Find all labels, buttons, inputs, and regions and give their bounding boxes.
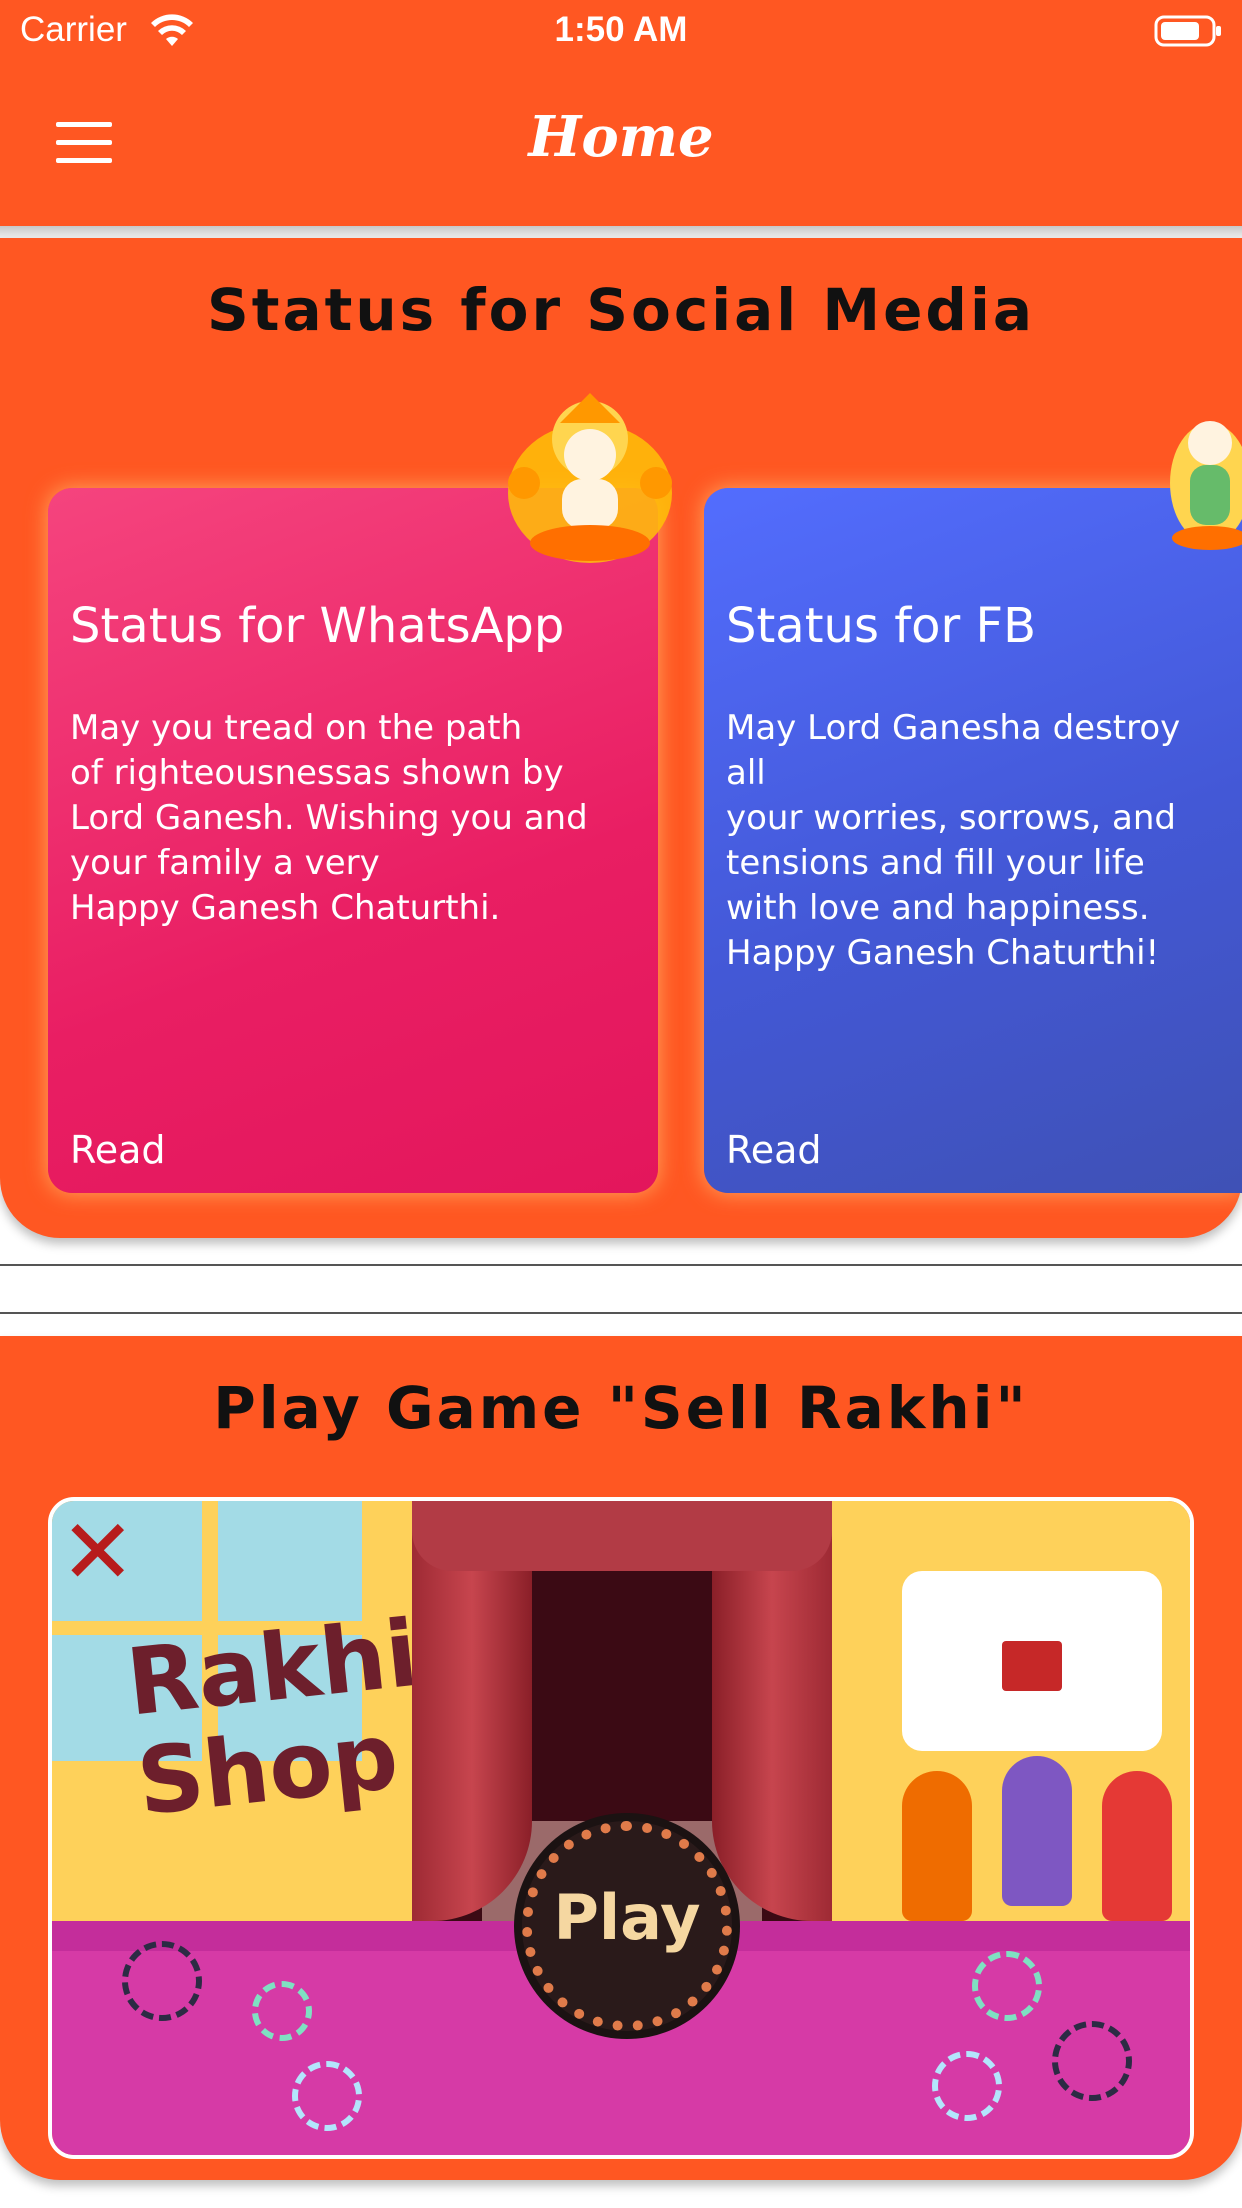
rakhi-shop-sign: Rakhi Shop: [121, 1599, 423, 1837]
clock: 1:50 AM: [554, 10, 688, 49]
read-button[interactable]: Read: [726, 1128, 821, 1172]
rakhi-decoration-icon: [972, 1951, 1042, 2021]
sell-rakhi-game-banner[interactable]: ✕ Rakhi Shop Play: [48, 1497, 1194, 2159]
kid-figure: [902, 1771, 972, 1921]
rakhi-decoration-icon: [252, 1981, 312, 2041]
rakhi-decoration-icon: [1052, 2021, 1132, 2101]
navbar-shadow: [0, 226, 1242, 238]
rakhi-decoration-icon: [122, 1941, 202, 2021]
whatsapp-status-card[interactable]: Status for WhatsApp May you tread on the…: [48, 488, 658, 1193]
section-title-social: Status for Social Media: [207, 276, 1035, 344]
ganesha-icon: [1170, 421, 1242, 550]
navigation-bar: Home: [0, 64, 1242, 226]
card-body: May you tread on the path of righteousne…: [70, 708, 588, 928]
kid-figure: [1102, 1771, 1172, 1921]
play-label: Play: [553, 1881, 701, 1954]
card-body: May Lord Ganesha destroy all your worrie…: [726, 708, 1181, 973]
ganesha-icon: [508, 393, 672, 563]
card-title: Status for FB: [726, 598, 1037, 654]
card-title: Status for WhatsApp: [70, 598, 565, 654]
rakhi-gift-icon: [1002, 1641, 1062, 1691]
read-button[interactable]: Read: [70, 1128, 165, 1172]
social-status-section: Status for Social Media Status for Whats…: [0, 238, 1242, 1238]
fb-status-card[interactable]: Status for FB May Lord Ganesha destroy a…: [704, 488, 1242, 1193]
rakhi-decoration-icon: [932, 2051, 1002, 2121]
close-icon[interactable]: ✕: [60, 1508, 135, 1598]
page-title: Home: [528, 104, 714, 170]
curtain-valance: [412, 1501, 832, 1571]
status-bar: Carrier 1:50 AM: [0, 0, 1242, 64]
divider: [0, 1264, 1242, 1266]
battery-icon: [1154, 15, 1221, 47]
kid-figure: [1002, 1756, 1072, 1906]
divider: [0, 1312, 1242, 1314]
rakhi-decoration-icon: [292, 2061, 362, 2131]
section-title-game: Play Game "Sell Rakhi": [213, 1374, 1029, 1442]
